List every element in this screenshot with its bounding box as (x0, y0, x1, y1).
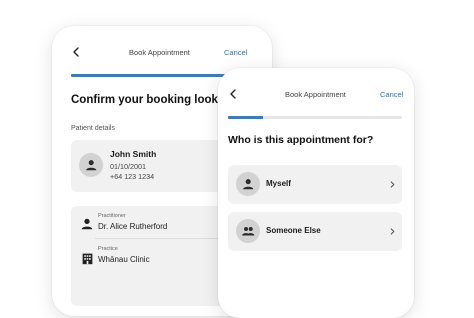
avatar (236, 172, 260, 196)
appointment-for-screen: Book Appointment Cancel Who is this appo… (218, 68, 414, 318)
cancel-button[interactable]: Cancel (224, 48, 247, 57)
back-button[interactable] (226, 87, 240, 101)
practitioner-row-icon (79, 216, 95, 232)
avatar (236, 219, 260, 243)
person-icon (242, 178, 254, 190)
option-label: Myself (266, 179, 291, 188)
practitioner-label: Practitioner (98, 213, 126, 219)
option-myself[interactable]: Myself (228, 165, 402, 204)
screen-title: Book Appointment (285, 90, 346, 99)
option-label: Someone Else (266, 226, 321, 235)
chevron-left-icon (230, 89, 236, 99)
back-button[interactable] (69, 45, 83, 59)
people-icon (241, 226, 255, 236)
patient-name: John Smith (110, 149, 157, 159)
page-heading: Who is this appointment for? (228, 134, 374, 146)
patient-details-label: Patient details (71, 125, 115, 132)
option-someone-else[interactable]: Someone Else (228, 212, 402, 251)
page-heading: Confirm your booking looks go (71, 94, 242, 106)
progress-bar (228, 116, 402, 119)
chevron-right-icon (388, 227, 396, 235)
person-icon (81, 218, 93, 230)
patient-phone: +64 123 1234 (110, 172, 155, 181)
chevron-left-icon (73, 47, 79, 57)
screen-title: Book Appointment (129, 48, 190, 57)
person-icon (85, 159, 97, 171)
top-bar: Book Appointment Cancel (52, 44, 272, 60)
practitioner-value: Dr. Alice Rutherford (98, 222, 168, 231)
practice-row-icon (79, 250, 95, 266)
building-icon (82, 253, 92, 264)
patient-dob: 01/10/2001 (110, 162, 146, 171)
practice-value: Whānau Clinic (98, 255, 150, 264)
avatar (79, 153, 103, 177)
top-bar: Book Appointment Cancel (218, 86, 414, 102)
progress-fill (228, 116, 263, 119)
cancel-button[interactable]: Cancel (380, 90, 403, 99)
chevron-right-icon (388, 180, 396, 188)
practice-label: Practice (98, 246, 118, 252)
